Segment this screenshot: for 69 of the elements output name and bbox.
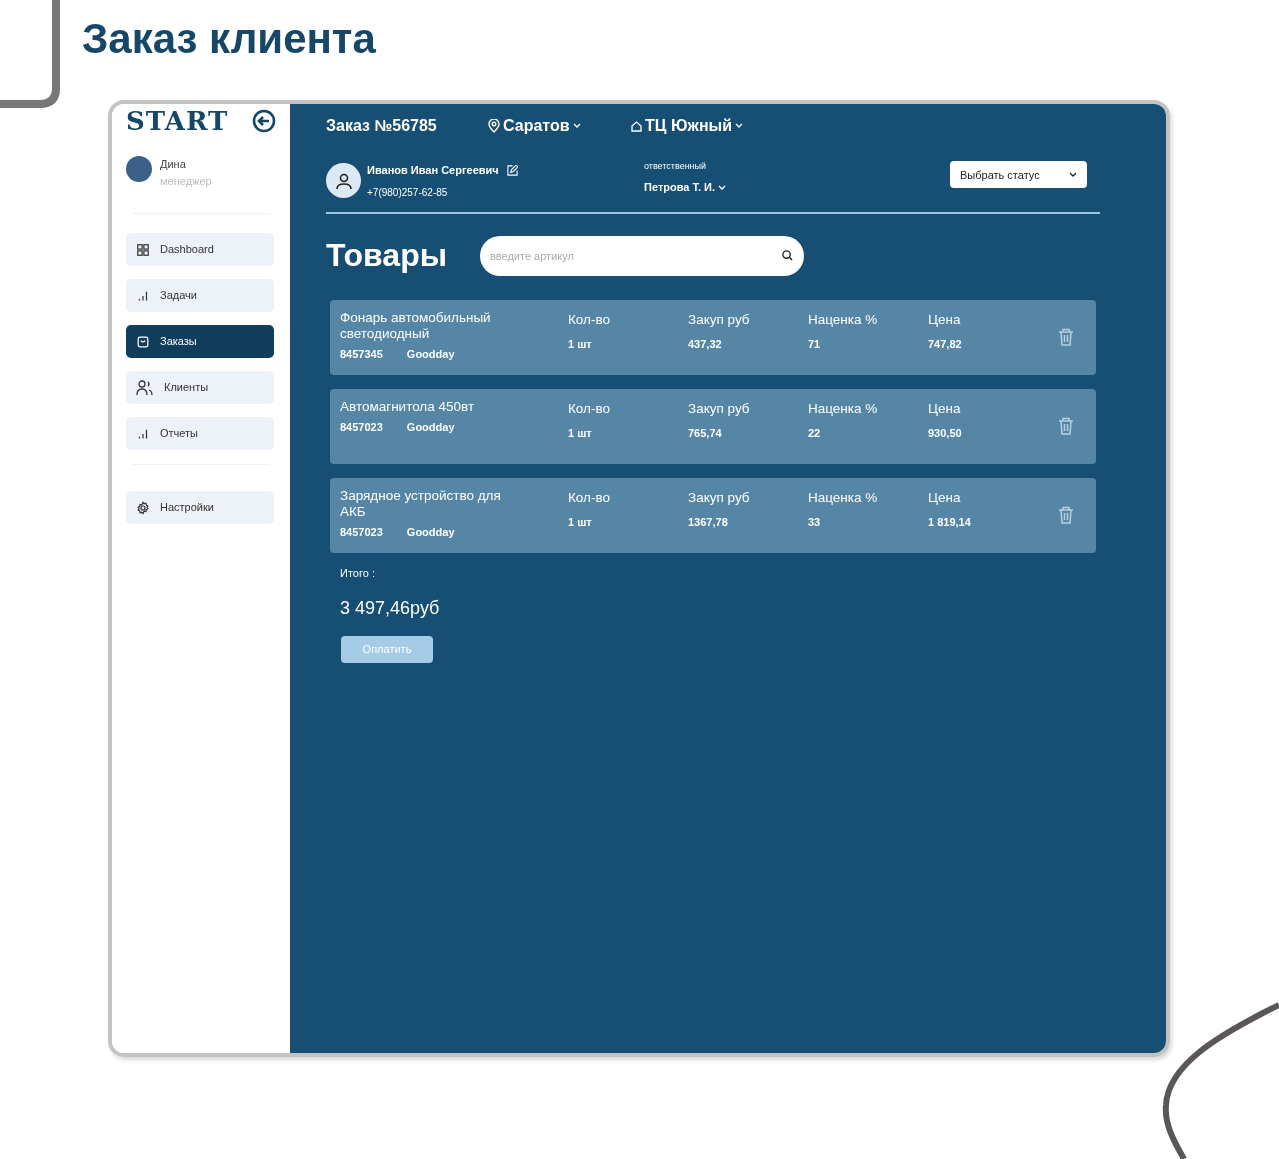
nav-item[interactable]: Настройки	[126, 491, 274, 524]
field-value: 437,32	[688, 336, 723, 352]
users-icon	[136, 379, 154, 396]
responsible-dropdown[interactable]: Петрова Т. И.	[644, 179, 727, 196]
location-pin-icon	[488, 119, 500, 133]
chevron-down-icon	[735, 123, 744, 129]
edit-icon[interactable]	[506, 164, 518, 176]
logo-text: START	[126, 108, 229, 134]
field-value: 747,82	[928, 336, 963, 352]
page-title: Заказ клиента	[82, 14, 376, 64]
field-label: Кол-во	[568, 399, 611, 418]
field-value: 765,74	[688, 425, 723, 441]
field-label: Кол-во	[568, 310, 611, 329]
product-name: Автомагнитола 450вт	[340, 398, 476, 415]
nav-item[interactable]: Клиенты	[126, 371, 274, 404]
article-number: 8457345	[340, 346, 383, 362]
nav-item[interactable]: Отчеты	[126, 417, 274, 450]
nav-item[interactable]: Dashboard	[126, 233, 274, 266]
product-name: Зарядное устройство для АКБ	[340, 487, 502, 520]
field-label: Закуп руб	[688, 488, 751, 507]
field-value: 1 шт	[568, 336, 593, 352]
field-label: Наценка %	[808, 310, 879, 329]
field-label: Закуп руб	[688, 399, 751, 418]
home-icon	[631, 120, 642, 132]
field-label: Кол-во	[568, 488, 611, 507]
field-value: 1 шт	[568, 425, 593, 441]
store-dropdown[interactable]: ТЦ Южный	[631, 114, 744, 138]
avatar-icon	[126, 156, 152, 182]
order-number: Заказ №56785	[326, 116, 438, 136]
settings-icon	[136, 500, 150, 515]
customer-phone: +7(980)257-62-85	[367, 185, 449, 200]
user-name: Дина	[160, 157, 187, 172]
field-label: Цена	[928, 310, 962, 329]
bag-icon	[136, 334, 150, 349]
search-icon[interactable]	[782, 249, 793, 261]
article-number: 8457023	[340, 524, 383, 540]
chevron-down-icon	[572, 123, 581, 129]
field-value: 1 819,14	[928, 514, 972, 530]
field-label: Закуп руб	[688, 310, 751, 329]
product-name: Фонарь автомобильный светодиодный	[340, 309, 492, 342]
field-value: 22	[808, 425, 822, 441]
grid-icon	[136, 242, 150, 257]
field-value: 930,50	[928, 425, 963, 441]
user-role: менеджер	[160, 173, 212, 189]
field-value: 33	[808, 514, 822, 530]
brand-name: Goodday	[406, 346, 455, 362]
brand-name: Goodday	[406, 524, 455, 540]
total-label: Итого :	[340, 565, 376, 581]
section-title: Товары	[326, 236, 448, 275]
field-label: Наценка %	[808, 488, 879, 507]
total-amount: 3 497,46руб	[340, 597, 441, 620]
user-avatar-icon	[326, 163, 361, 199]
chevron-down-icon	[1069, 171, 1077, 178]
nav-item[interactable]: Задачи	[126, 279, 274, 312]
city-dropdown[interactable]: Саратов	[488, 114, 631, 138]
status-dropdown[interactable]: Выбрать статус	[950, 161, 1087, 189]
field-label: Цена	[928, 488, 962, 507]
chevron-down-icon	[718, 184, 727, 191]
field-value: 1367,78	[688, 514, 729, 530]
search-field[interactable]: введите артикул	[480, 235, 804, 276]
nav-item[interactable]: Заказы	[126, 325, 274, 358]
responsible-label: ответственный	[644, 159, 708, 173]
field-value: 1 шт	[568, 514, 593, 530]
customer-name: Иванов Иван Сергеевич	[367, 163, 499, 178]
article-number: 8457023	[340, 419, 383, 435]
field-label: Наценка %	[808, 399, 879, 418]
field-label: Цена	[928, 399, 962, 418]
field-value: 71	[808, 336, 822, 352]
brand-name: Goodday	[406, 419, 455, 435]
